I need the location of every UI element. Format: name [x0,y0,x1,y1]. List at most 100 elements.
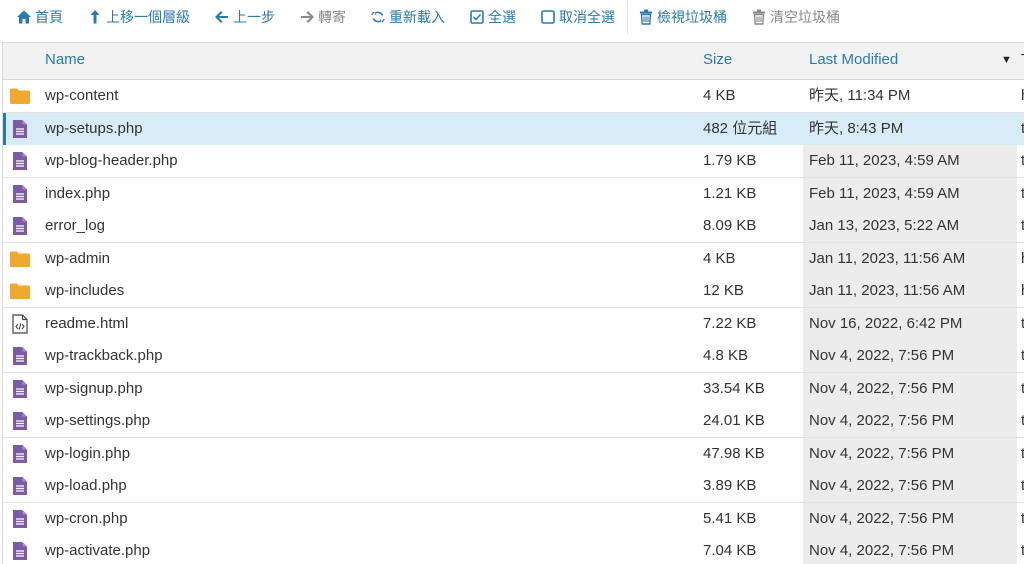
file-icon [7,535,33,564]
file-last-modified: 昨天, 8:43 PM [809,119,904,137]
table-row[interactable]: wp-content4 KB昨天, 11:34 PMh [3,80,1024,113]
reload-label: 重新載入 [389,10,445,26]
file-size: 482 位元組 [703,119,778,137]
unselect-all-label: 取消全選 [559,10,615,26]
table-row[interactable]: error_log8.09 KBJan 13, 2023, 5:22 AMt [3,210,1024,243]
arrow-right-icon [299,9,315,25]
file-size: 1.79 KB [703,152,757,169]
file-last-modified: Nov 4, 2022, 7:56 PM [803,502,1017,535]
home-button[interactable]: 首頁 [16,0,63,34]
home-label: 首頁 [35,10,63,26]
folder-icon [7,243,33,275]
file-name[interactable]: index.php [45,178,110,210]
table-row[interactable]: wp-cron.php5.41 KBNov 4, 2022, 7:56 PMt [3,502,1024,536]
column-header-size[interactable]: Size [703,43,732,79]
file-name[interactable]: wp-setups.php [45,113,143,145]
reload-icon [370,9,386,25]
file-name[interactable]: error_log [45,210,105,242]
view-trash-button[interactable]: 檢視垃圾桶 [638,0,727,34]
file-icon [7,210,33,242]
back-button[interactable]: 上一步 [214,0,275,34]
toolbar: 首頁 上移一個層級 上一步 轉寄 重新載入 全選 取消全選 檢視垃圾桶 清空垃圾… [0,0,1024,34]
file-name[interactable]: wp-activate.php [45,535,150,564]
file-name[interactable]: wp-settings.php [45,405,150,437]
empty-trash-button[interactable]: 清空垃圾桶 [751,0,840,34]
level-up-icon [87,9,103,25]
file-last-modified: Jan 11, 2023, 11:56 AM [803,242,1017,275]
file-size: 1.21 KB [703,184,757,202]
file-size: 4 KB [703,249,736,267]
checkbox-checked-icon [469,9,485,25]
sort-descending-icon[interactable]: ▼ [1001,43,1012,79]
column-header-last-modified[interactable]: Last Modified [809,43,898,79]
checkbox-empty-icon [540,9,556,25]
trash-icon [751,9,767,25]
file-name[interactable]: wp-admin [45,243,110,275]
reload-button[interactable]: 重新載入 [370,0,445,34]
file-size: 24.01 KB [703,412,765,429]
file-name[interactable]: wp-load.php [45,470,127,502]
file-last-modified: Nov 4, 2022, 7:56 PM [803,470,1017,502]
table-row[interactable]: wp-includes12 KBJan 11, 2023, 11:56 AMh [3,275,1024,308]
table-row[interactable]: wp-blog-header.php 1.79 KB Feb 11, 2023, 4… [3,145,1024,178]
table-row[interactable]: readme.html7.22 KBNov 16, 2022, 6:42 PMt [3,307,1024,341]
forward-button[interactable]: 轉寄 [299,0,346,34]
select-all-label: 全選 [488,10,516,26]
table-header: Name Size Last Modified ▼ T [3,43,1024,80]
table-row[interactable]: wp-settings.php 24.01 KB Nov 4, 2022, 7:56… [3,405,1024,438]
file-icon [7,405,33,437]
file-table: Name Size Last Modified ▼ T wp-content 4 … [2,42,1024,564]
file-icon [7,113,33,145]
file-size: 4 KB [703,87,736,104]
file-name[interactable]: wp-content [45,80,118,112]
select-all-button[interactable]: 全選 [469,0,516,34]
file-icon [7,178,33,210]
file-size: 33.54 KB [703,379,765,397]
file-last-modified: Nov 4, 2022, 7:56 PM [803,535,1017,564]
back-label: 上一步 [233,10,275,26]
file-name[interactable]: wp-login.php [45,438,130,470]
forward-label: 轉寄 [318,10,346,26]
table-row[interactable]: wp-signup.php 33.54 KB Nov 4, 2022, 7:56 P… [3,372,1024,406]
file-size: 8.09 KB [703,217,757,234]
file-name[interactable]: wp-signup.php [45,373,143,405]
toolbar-divider [627,0,628,34]
file-last-modified: Jan 11, 2023, 11:56 AM [803,275,1017,307]
file-last-modified: Nov 16, 2022, 6:42 PM [803,307,1017,340]
table-row[interactable]: wp-load.php3.89 KBNov 4, 2022, 7:56 PMt [3,470,1024,503]
file-name[interactable]: wp-trackback.php [45,340,163,372]
level-up-button[interactable]: 上移一個層級 [87,0,190,34]
table-row[interactable]: wp-admin4 KBJan 11, 2023, 11:56 AMh [3,242,1024,276]
file-last-modified: Nov 4, 2022, 7:56 PM [803,405,1017,437]
file-icon [7,503,33,535]
file-name[interactable]: wp-cron.php [45,503,128,535]
empty-trash-label: 清空垃圾桶 [770,10,840,26]
view-trash-label: 檢視垃圾桶 [657,10,727,26]
file-last-modified: Nov 4, 2022, 7:56 PM [803,340,1017,372]
file-name[interactable]: readme.html [45,308,128,340]
file-icon [7,145,33,177]
file-size: 7.22 KB [703,314,757,332]
column-header-name[interactable]: Name [45,43,85,79]
table-row[interactable]: wp-trackback.php 4.8 KB Nov 4, 2022, 7:56 … [3,340,1024,373]
file-icon [7,438,33,470]
file-name[interactable]: wp-blog-header.php [45,145,178,177]
table-row[interactable]: wp-login.php 47.98 KB Nov 4, 2022, 7:56 PM… [3,437,1024,471]
file-last-modified: Jan 13, 2023, 5:22 AM [803,210,1017,242]
arrow-left-icon [214,9,230,25]
table-row[interactable]: index.php1.21 KBFeb 11, 2023, 4:59 AMt [3,177,1024,211]
file-name[interactable]: wp-includes [45,275,124,307]
file-last-modified: Nov 4, 2022, 7:56 PM [803,372,1017,405]
file-size: 12 KB [703,282,744,299]
table-row[interactable]: wp-activate.php 7.04 KB Nov 4, 2022, 7:56 … [3,535,1024,564]
file-size: 7.04 KB [703,542,757,559]
file-icon [7,470,33,502]
file-last-modified: Nov 4, 2022, 7:56 PM [803,437,1017,470]
file-icon [7,340,33,372]
file-size: 4.8 KB [703,347,749,364]
selection-indicator [3,112,6,145]
file-last-modified: Feb 11, 2023, 4:59 AM [803,177,1017,210]
unselect-all-button[interactable]: 取消全選 [540,0,615,34]
table-row[interactable]: wp-setups.php482 位元組昨天, 8:43 PMt [3,112,1024,146]
folder-icon [7,80,33,112]
